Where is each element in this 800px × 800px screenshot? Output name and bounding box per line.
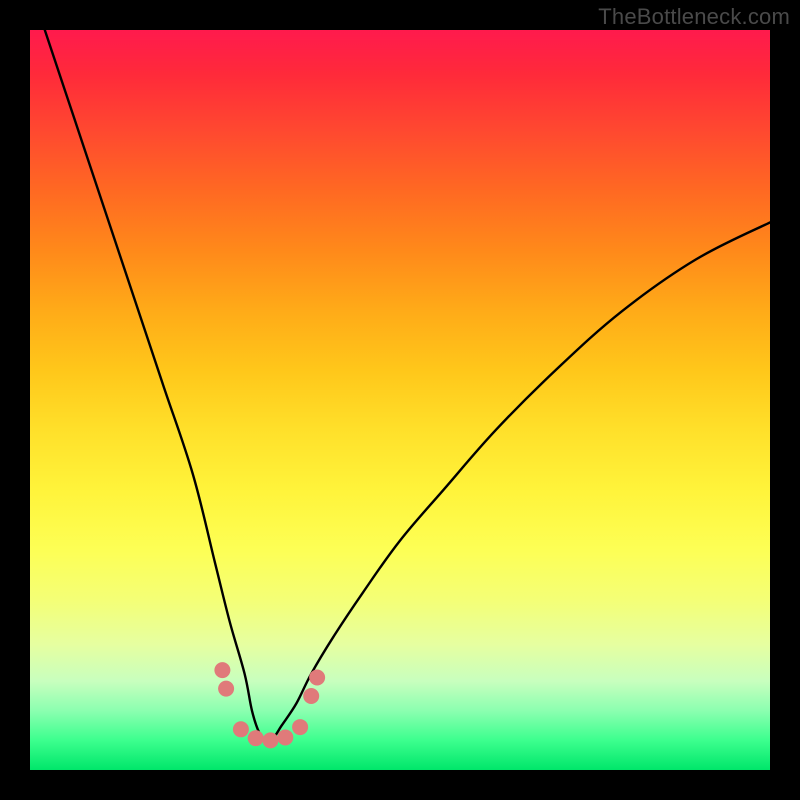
curve-layer — [30, 30, 770, 770]
valley-marker — [277, 729, 293, 745]
valley-markers — [214, 662, 325, 748]
valley-marker — [248, 730, 264, 746]
valley-marker — [292, 719, 308, 735]
valley-marker — [309, 670, 325, 686]
valley-marker — [263, 732, 279, 748]
valley-marker — [233, 721, 249, 737]
plot-area — [30, 30, 770, 770]
bottleneck-curve — [45, 30, 770, 741]
chart-frame: TheBottleneck.com — [0, 0, 800, 800]
valley-marker — [218, 681, 234, 697]
valley-marker — [214, 662, 230, 678]
attribution-text: TheBottleneck.com — [598, 4, 790, 30]
valley-marker — [303, 688, 319, 704]
